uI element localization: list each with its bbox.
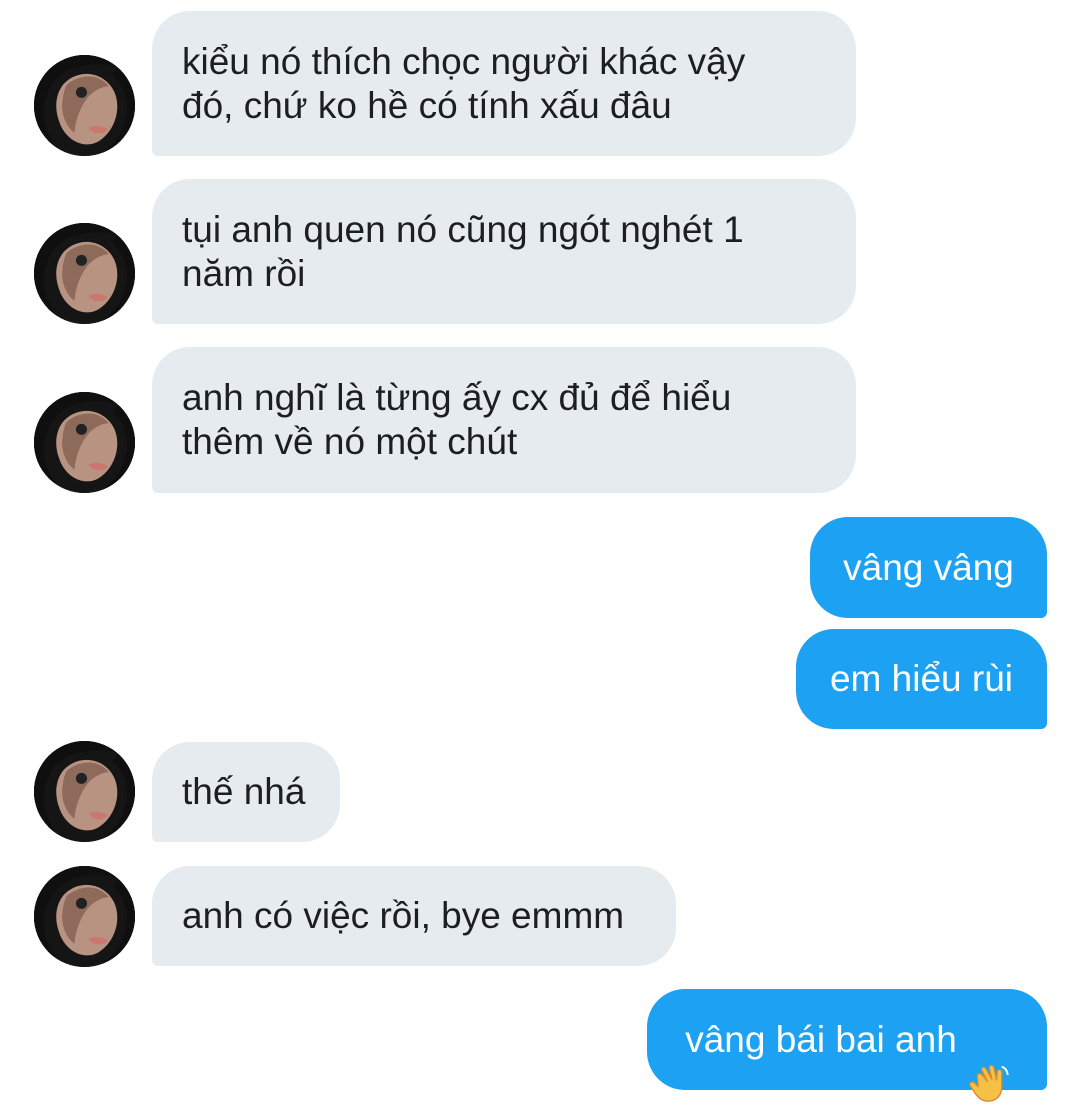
avatar[interactable] [34, 866, 135, 967]
avatar-image [34, 392, 135, 493]
incoming-message-bubble[interactable]: kiểu nó thích chọc người khác vậy đó, ch… [152, 11, 856, 156]
avatar-image [34, 741, 135, 842]
outgoing-message-bubble[interactable]: em hiểu rùi [796, 629, 1047, 729]
avatar-image [34, 223, 135, 324]
waving-hand-icon [967, 1019, 1009, 1103]
avatar[interactable] [34, 55, 135, 156]
message-text: kiểu nó thích chọc người khác vậy đó, ch… [182, 40, 746, 126]
avatar-image [34, 55, 135, 156]
message-text: tụi anh quen nó cũng ngót nghét 1 năm rồ… [182, 208, 744, 294]
avatar[interactable] [34, 392, 135, 493]
avatar-image [34, 866, 135, 967]
message-text: thế nhá [182, 771, 306, 812]
outgoing-message-bubble[interactable]: vâng bái bai anh [647, 989, 1047, 1103]
incoming-message-bubble[interactable]: tụi anh quen nó cũng ngót nghét 1 năm rồ… [152, 179, 856, 324]
avatar[interactable] [34, 223, 135, 324]
incoming-message-bubble[interactable]: anh có việc rồi, bye emmm [152, 866, 676, 966]
message-text: em hiểu rùi [829, 658, 1014, 699]
incoming-message-bubble[interactable]: anh nghĩ là từng ấy cx đủ để hiểu thêm v… [152, 347, 856, 493]
avatar[interactable] [34, 741, 135, 842]
outgoing-message-bubble[interactable]: vâng vâng [810, 517, 1047, 618]
message-text: vâng vâng [843, 546, 1014, 588]
message-text: vâng bái bai anh [685, 1018, 957, 1060]
message-text: anh có việc rồi, bye emmm [182, 895, 625, 936]
incoming-message-bubble[interactable]: thế nhá [152, 742, 340, 842]
message-text: anh nghĩ là từng ấy cx đủ để hiểu thêm v… [182, 377, 732, 462]
